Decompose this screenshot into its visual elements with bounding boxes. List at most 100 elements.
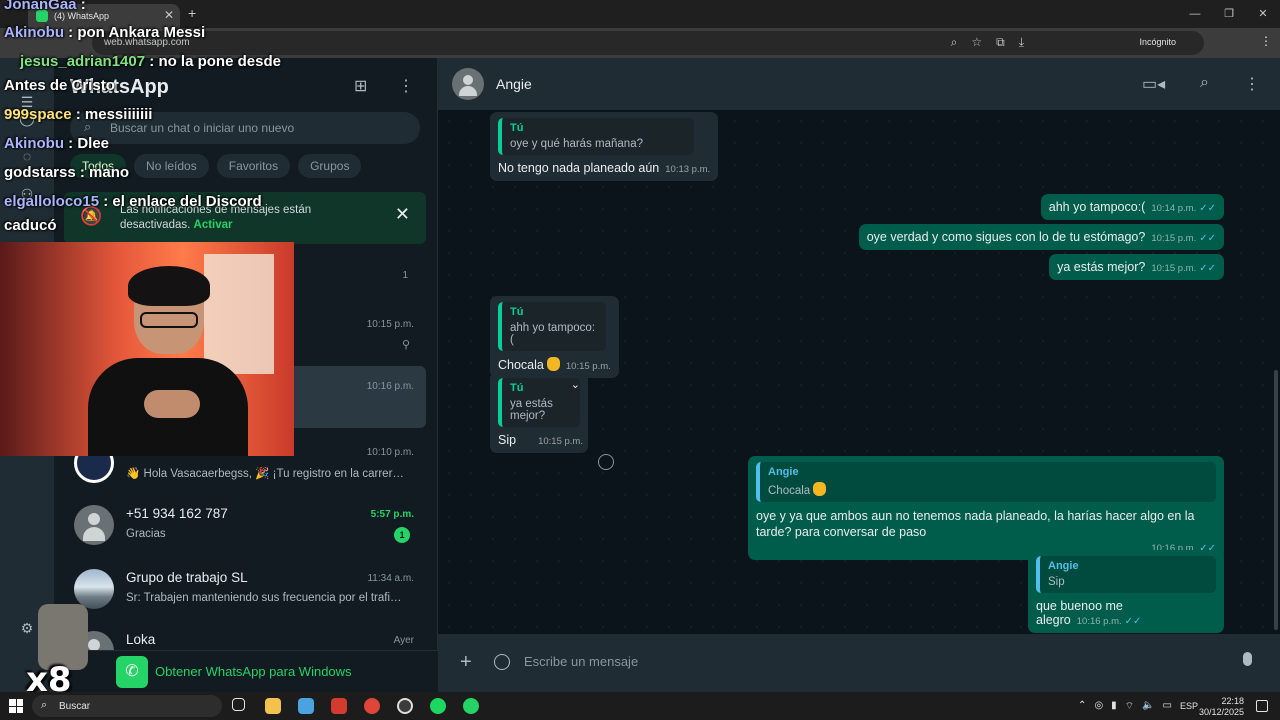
chevron-down-icon[interactable]: ⌄ (571, 378, 580, 391)
attach-plus-icon[interactable]: + (460, 651, 472, 674)
message-text: ahh yo tampoco:( (1048, 200, 1146, 214)
filter-unread[interactable]: No leídos (134, 154, 209, 178)
stream-chat-line: jesus_adrian1407 : no la pone desde (20, 53, 281, 70)
video-call-icon[interactable]: ▭◂ (1142, 74, 1165, 94)
chat-user: godstarss (4, 164, 76, 181)
quoted-message[interactable]: Angie Chocala (756, 462, 1216, 502)
react-emoji-icon[interactable] (598, 454, 614, 470)
quote-author: Tú (510, 382, 524, 394)
microphone-icon[interactable] (1243, 652, 1252, 666)
read-ticks-icon: ✓✓ (1199, 203, 1216, 214)
address-bar[interactable]: web.whatsapp.com ⌕ ☆ ⧉ ⤓ Incógnito (92, 31, 1204, 55)
tray-app-icon[interactable]: ◎ (1094, 700, 1103, 713)
file-explorer-icon[interactable] (265, 698, 281, 714)
message-outgoing[interactable]: ya estás mejor? 10:15 p.m. ✓✓ (1049, 254, 1224, 280)
avatar (74, 505, 114, 545)
stream-chat-line: 999space : messiiiiiii (4, 106, 153, 123)
quote-author: Angie (1048, 560, 1079, 572)
quote-author: Tú (510, 306, 524, 318)
close-tab-icon[interactable]: ✕ (164, 8, 174, 22)
message-incoming[interactable]: ⌄ Tú ya estás mejor? Sip 10:15 p.m. (490, 372, 588, 453)
bookmark-star-icon[interactable]: ☆ (971, 35, 982, 50)
message-text: Sip (498, 433, 517, 447)
message-time: 10:15 p.m. (538, 436, 583, 447)
list-item[interactable]: +51 934 162 787 5:57 p.m. Gracias 1 (64, 494, 426, 556)
search-icon[interactable]: ⌕ (1200, 74, 1209, 92)
settings-icon[interactable]: ⚙ (17, 620, 37, 640)
minimize-icon[interactable]: — (1178, 0, 1212, 28)
browser-menu-icon[interactable]: ⋮ (1260, 34, 1272, 48)
close-icon[interactable]: ✕ (395, 204, 410, 225)
message-time: 10:15 p.m. (1151, 233, 1197, 244)
taskbar-search[interactable]: ⌕ Buscar (32, 695, 222, 717)
emoji-icon[interactable] (494, 654, 510, 670)
contact-avatar[interactable] (452, 68, 484, 100)
spotify-icon[interactable] (430, 698, 446, 714)
stream-chat-line: godstarss : mano (4, 164, 130, 181)
menu-icon[interactable]: ⋮ (1244, 74, 1260, 94)
list-item[interactable]: Loka Ayer (64, 620, 426, 650)
message-input[interactable]: Escribe un mensaje (524, 654, 638, 669)
activate-link[interactable]: Activar (194, 219, 233, 231)
message-incoming[interactable]: Tú oye y qué harás mañana? No tengo nada… (490, 112, 719, 181)
message-outgoing[interactable]: ahh yo tampoco:(10:14 p.m. ✓✓ (1040, 194, 1224, 220)
system-tray: ⌃ ◎ ▮ ⌔ 🔈 ▭ (1078, 700, 1172, 713)
clock[interactable]: 22:18 30/12/2025 (1199, 696, 1244, 718)
new-tab-icon[interactable]: + (188, 5, 196, 21)
read-ticks-icon: ✓✓ (1199, 233, 1216, 244)
list-item[interactable]: Grupo de trabajo SL 11:34 a.m. Sr: Traba… (64, 558, 426, 620)
search-placeholder: Buscar un chat o iniciar uno nuevo (110, 121, 295, 135)
stream-chat-line: Akinobu : Dlee (4, 135, 110, 152)
quoted-message[interactable]: Tú ya estás mejor? (498, 378, 580, 427)
quoted-message[interactable]: Tú oye y qué harás mañana? (498, 118, 694, 155)
language-indicator[interactable]: ESP (1180, 701, 1198, 711)
stream-chat-line: Antes de Cristo (4, 77, 115, 94)
windows-start-icon[interactable] (9, 699, 23, 713)
volume-icon[interactable]: 🔈 (1142, 700, 1154, 713)
microphone-icon[interactable]: ▮ (1111, 700, 1117, 713)
quote-text: Chocala (768, 482, 1208, 497)
notifications-icon[interactable] (1256, 700, 1268, 712)
whatsapp-icon[interactable] (463, 698, 479, 714)
get-windows-app-banner[interactable]: ✆ Obtener WhatsApp para Windows (54, 650, 438, 692)
message-outgoing[interactable]: oye verdad y como sigues con lo de tu es… (858, 224, 1224, 250)
chat-user: 999space (4, 106, 72, 123)
quote-text-content: Chocala (768, 485, 811, 497)
zoom-icon[interactable]: ⌕ (951, 35, 958, 50)
scrollbar[interactable] (1274, 370, 1278, 630)
battery-icon[interactable]: ▭ (1163, 700, 1172, 713)
streamer (88, 266, 248, 456)
message-outgoing[interactable]: Angie Chocala oye y ya que ambos aun no … (748, 456, 1224, 560)
app-icon[interactable] (331, 698, 347, 714)
task-view-icon[interactable] (232, 698, 245, 711)
incognito-label[interactable]: Incógnito (1139, 37, 1176, 47)
chat-time: 10:10 p.m. (366, 447, 414, 458)
quoted-message[interactable]: Tú ahh yo tampoco:( (498, 302, 606, 351)
new-chat-icon[interactable]: ⊞ (354, 76, 367, 96)
message-outgoing[interactable]: Angie Sip que buenoo me alegro 10:16 p.m.… (1028, 550, 1224, 633)
chat-time: 5:57 p.m. (370, 509, 414, 520)
contact-name[interactable]: Angie (496, 76, 532, 92)
chrome-icon[interactable] (364, 698, 380, 714)
raised-hand-emoji-icon (546, 357, 560, 371)
message-area[interactable]: Tú oye y qué harás mañana? No tengo nada… (438, 110, 1280, 634)
menu-icon[interactable]: ⋮ (398, 76, 414, 96)
install-app-icon[interactable]: ⧉ (996, 35, 1005, 50)
conversation-header: Angie ▭◂ ⌕ ⋮ (438, 58, 1280, 110)
app-icon[interactable] (298, 698, 314, 714)
filter-favorites[interactable]: Favoritos (216, 154, 291, 178)
download-icon[interactable]: ⤓ (1019, 35, 1024, 50)
chevron-up-icon[interactable]: ⌃ (1078, 700, 1086, 713)
quote-author: Tú (510, 122, 524, 134)
restore-icon[interactable]: ❐ (1212, 0, 1246, 28)
wifi-icon[interactable]: ⌔ (1125, 700, 1134, 713)
close-window-icon[interactable]: ✕ (1246, 0, 1280, 28)
obs-icon[interactable] (397, 698, 413, 714)
chat-message: messiiiiiii (84, 106, 153, 123)
message-incoming[interactable]: Tú ahh yo tampoco:( Chocala 10:15 p.m. (490, 296, 619, 378)
filter-groups[interactable]: Grupos (298, 154, 362, 178)
chat-name: +51 934 162 787 (126, 506, 228, 521)
quoted-message[interactable]: Angie Sip (1036, 556, 1216, 593)
chat-message: mano (89, 164, 130, 181)
clock-date: 30/12/2025 (1198, 707, 1244, 717)
